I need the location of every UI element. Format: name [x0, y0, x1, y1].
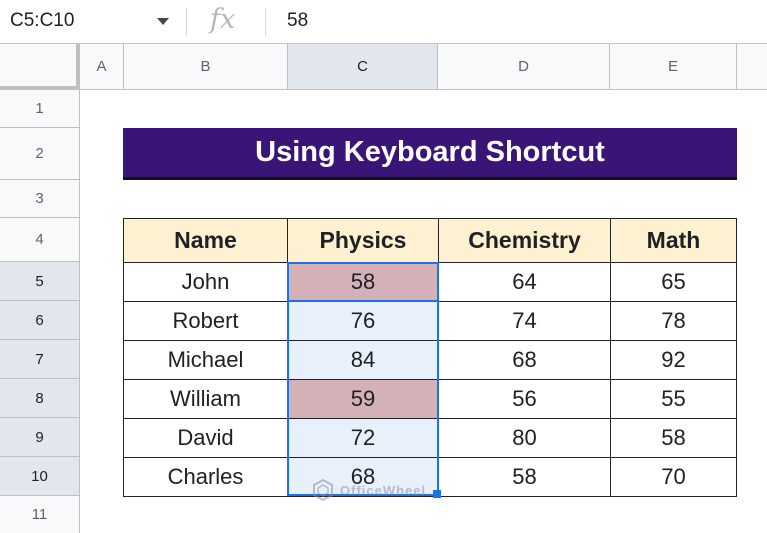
- table-cell-math[interactable]: 70: [610, 457, 737, 497]
- table-cell-name[interactable]: David: [123, 418, 288, 458]
- table-cell-math[interactable]: 58: [610, 418, 737, 458]
- watermark-logo-icon: [313, 479, 333, 501]
- header-math[interactable]: Math: [610, 218, 737, 263]
- table-cell-name[interactable]: Charles: [123, 457, 288, 497]
- formula-input[interactable]: 58: [287, 10, 308, 32]
- column-header-a[interactable]: A: [80, 44, 124, 90]
- column-header-c[interactable]: C: [288, 44, 438, 90]
- table-cell-name[interactable]: Robert: [123, 301, 288, 341]
- name-box-value: C5:C10: [10, 10, 75, 31]
- select-all-corner[interactable]: [0, 44, 80, 90]
- table-cell-math[interactable]: 92: [610, 340, 737, 380]
- row-header-11[interactable]: 11: [0, 496, 80, 533]
- row-header-7[interactable]: 7: [0, 340, 80, 379]
- table-cell-name[interactable]: Michael: [123, 340, 288, 380]
- table-cell-physics[interactable]: 76: [287, 301, 439, 341]
- fill-handle[interactable]: [433, 490, 441, 498]
- title-banner[interactable]: Using Keyboard Shortcut: [123, 128, 737, 180]
- column-header-b[interactable]: B: [124, 44, 288, 90]
- column-header-e[interactable]: E: [610, 44, 737, 90]
- row-header-9[interactable]: 9: [0, 418, 80, 457]
- row-header-5[interactable]: 5: [0, 262, 80, 301]
- table-cell-chemistry[interactable]: 56: [438, 379, 611, 419]
- fx-icon: fx: [210, 4, 236, 35]
- table-cell-chemistry[interactable]: 68: [438, 340, 611, 380]
- table-cell-chemistry[interactable]: 58: [438, 457, 611, 497]
- table-cell-name[interactable]: William: [123, 379, 288, 419]
- table-cell-chemistry[interactable]: 74: [438, 301, 611, 341]
- watermark-text: OfficeWheel: [340, 482, 427, 498]
- name-box[interactable]: C5:C10: [0, 0, 186, 44]
- table-cell-physics[interactable]: 59: [287, 379, 439, 419]
- table-cell-physics[interactable]: 84: [287, 340, 439, 380]
- table-cell-name[interactable]: John: [123, 262, 288, 302]
- divider: [265, 8, 266, 36]
- row-header-2[interactable]: 2: [0, 128, 80, 180]
- header-chemistry[interactable]: Chemistry: [438, 218, 611, 263]
- row-header-6[interactable]: 6: [0, 301, 80, 340]
- formula-bar: C5:C10 fx 58: [0, 0, 767, 44]
- row-header-3[interactable]: 3: [0, 180, 80, 218]
- table-cell-math[interactable]: 78: [610, 301, 737, 341]
- table-cell-math[interactable]: 55: [610, 379, 737, 419]
- watermark: OfficeWheel: [312, 479, 426, 501]
- table-cell-physics[interactable]: 58: [287, 262, 439, 302]
- column-header-d[interactable]: D: [438, 44, 610, 90]
- table-cell-chemistry[interactable]: 64: [438, 262, 611, 302]
- row-header-10[interactable]: 10: [0, 457, 80, 496]
- column-header-f[interactable]: [737, 44, 767, 90]
- header-name[interactable]: Name: [123, 218, 288, 263]
- row-header-1[interactable]: 1: [0, 90, 80, 128]
- table-cell-chemistry[interactable]: 80: [438, 418, 611, 458]
- table-cell-physics[interactable]: 72: [287, 418, 439, 458]
- row-header-4[interactable]: 4: [0, 218, 80, 262]
- table-cell-math[interactable]: 65: [610, 262, 737, 302]
- divider: [186, 8, 187, 36]
- name-box-dropdown-icon[interactable]: [157, 18, 169, 25]
- row-header-8[interactable]: 8: [0, 379, 80, 418]
- header-physics[interactable]: Physics: [287, 218, 439, 263]
